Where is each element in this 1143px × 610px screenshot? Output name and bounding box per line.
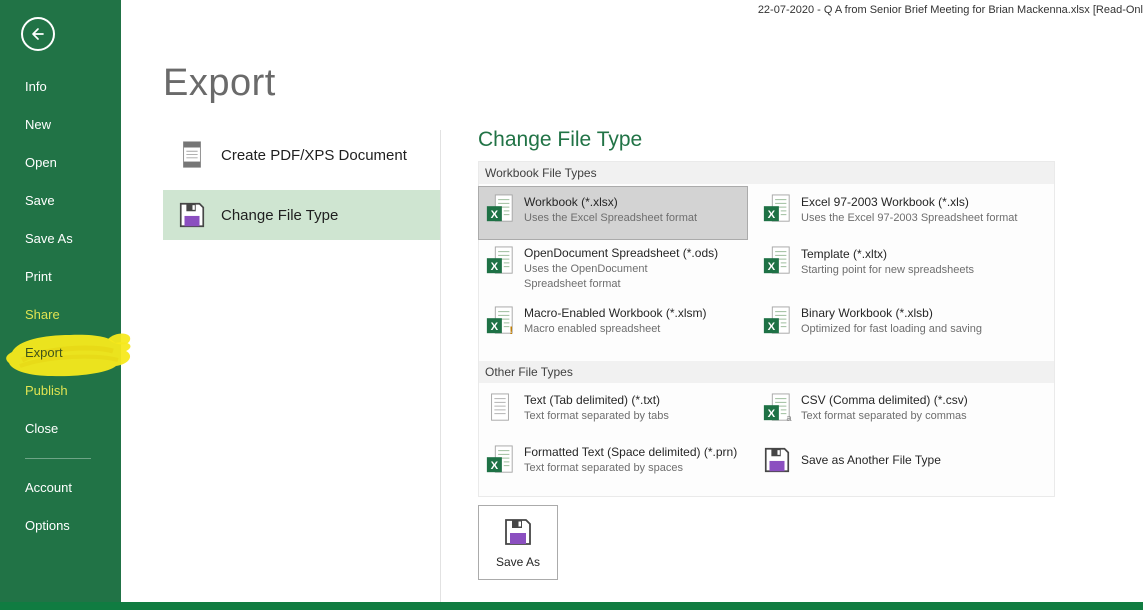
workbook-file-types-grid: Workbook (*.xlsx) Uses the Excel Spreads… (479, 184, 1054, 353)
xlsx-file-icon (485, 194, 515, 224)
section-header-workbook: Workbook File Types (479, 162, 1054, 184)
sidebar-item-options[interactable]: Options (0, 507, 121, 545)
ods-file-icon (485, 246, 515, 276)
filetype-xltx[interactable]: Template (*.xltx) Starting point for new… (756, 239, 1045, 299)
filetype-desc: Text format separated by commas (801, 409, 968, 424)
filetype-title: CSV (Comma delimited) (*.csv) (801, 393, 968, 407)
other-file-types-grid: Text (Tab delimited) (*.txt) Text format… (479, 383, 1054, 492)
vertical-divider (440, 130, 441, 602)
sidebar-item-open[interactable]: Open (0, 144, 121, 182)
xltx-file-icon (762, 246, 792, 276)
filetype-desc: Uses the Excel Spreadsheet format (524, 211, 697, 226)
filetype-title: Macro-Enabled Workbook (*.xlsm) (524, 306, 707, 320)
sidebar-item-close[interactable]: Close (0, 410, 121, 448)
section-header-other: Other File Types (479, 361, 1054, 383)
xlsb-file-icon (762, 306, 792, 336)
save-as-file-icon (762, 445, 792, 475)
sidebar-item-share[interactable]: Share (0, 296, 121, 334)
filetype-desc: Optimized for fast loading and saving (801, 322, 982, 337)
save-as-button-label: Save As (496, 555, 540, 569)
save-as-button[interactable]: Save As (478, 505, 558, 580)
sidebar-item-new[interactable]: New (0, 106, 121, 144)
save-as-floppy-icon (502, 516, 534, 548)
filetype-title: Excel 97-2003 Workbook (*.xls) (801, 195, 1017, 209)
sidebar-divider (25, 458, 91, 459)
sidebar-item-print[interactable]: Print (0, 258, 121, 296)
svg-text:!: ! (509, 325, 513, 336)
pdf-xps-document-icon (177, 140, 207, 170)
option-label: Create PDF/XPS Document (221, 147, 407, 164)
page-title: Export (163, 62, 276, 105)
sidebar-item-save[interactable]: Save (0, 182, 121, 220)
filetype-title: Save as Another File Type (801, 453, 941, 467)
change-file-type-panel: Change File Type Workbook File Types Wor… (478, 128, 1055, 497)
backstage-menu: Info New Open Save Save As Print Share E… (0, 68, 121, 545)
xlsm-file-icon: ! (485, 306, 515, 336)
sidebar-item-save-as[interactable]: Save As (0, 220, 121, 258)
filetype-title: Text (Tab delimited) (*.txt) (524, 393, 669, 407)
filetype-txt[interactable]: Text (Tab delimited) (*.txt) Text format… (479, 386, 747, 438)
filetype-title: Formatted Text (Space delimited) (*.prn) (524, 445, 737, 459)
filetype-save-as-another[interactable]: Save as Another File Type (756, 438, 1045, 490)
filetype-desc: Text format separated by tabs (524, 409, 669, 424)
option-change-file-type[interactable]: Change File Type (163, 190, 440, 240)
filetype-xlsx[interactable]: Workbook (*.xlsx) Uses the Excel Spreads… (479, 187, 747, 239)
sidebar-item-export[interactable]: Export (0, 334, 121, 372)
filetype-xlsm[interactable]: ! Macro-Enabled Workbook (*.xlsm) Macro … (479, 299, 747, 351)
filetype-desc: Text format separated by spaces (524, 461, 737, 476)
filetype-title: Binary Workbook (*.xlsb) (801, 306, 982, 320)
prn-file-icon (485, 445, 515, 475)
filetype-title: OpenDocument Spreadsheet (*.ods) (524, 246, 718, 260)
csv-file-icon: a, (762, 393, 792, 423)
sidebar-item-info[interactable]: Info (0, 68, 121, 106)
option-create-pdf-xps[interactable]: Create PDF/XPS Document (163, 130, 440, 180)
backstage-sidebar: Info New Open Save Save As Print Share E… (0, 0, 121, 602)
filetype-desc: Starting point for new spreadsheets (801, 263, 974, 278)
change-file-type-icon (177, 200, 207, 230)
back-arrow-icon (28, 24, 48, 44)
filetype-csv[interactable]: a, CSV (Comma delimited) (*.csv) Text fo… (756, 386, 1045, 438)
file-type-group: Workbook File Types Workbook (*.xlsx) Us… (478, 161, 1055, 497)
sidebar-item-account[interactable]: Account (0, 469, 121, 507)
filetype-prn[interactable]: Formatted Text (Space delimited) (*.prn)… (479, 438, 747, 490)
filetype-desc: Uses the Excel 97-2003 Spreadsheet forma… (801, 211, 1017, 226)
filetype-desc: Uses the OpenDocument Spreadsheet format (524, 262, 704, 292)
svg-text:a,: a, (786, 413, 792, 423)
back-button[interactable] (21, 17, 55, 51)
txt-file-icon (485, 393, 515, 423)
xls-file-icon (762, 194, 792, 224)
filetype-desc: Macro enabled spreadsheet (524, 322, 707, 337)
filetype-xlsb[interactable]: Binary Workbook (*.xlsb) Optimized for f… (756, 299, 1045, 351)
filetype-title: Template (*.xltx) (801, 247, 974, 261)
export-options-list: Create PDF/XPS Document Change File Type (163, 130, 440, 250)
status-bar-strip (0, 602, 1143, 610)
window-title: 22-07-2020 - Q A from Senior Brief Meeti… (758, 4, 1143, 16)
filetype-xls[interactable]: Excel 97-2003 Workbook (*.xls) Uses the … (756, 187, 1045, 239)
panel-title: Change File Type (478, 128, 1055, 152)
filetype-ods[interactable]: OpenDocument Spreadsheet (*.ods) Uses th… (479, 239, 747, 299)
filetype-title: Workbook (*.xlsx) (524, 195, 697, 209)
sidebar-item-publish[interactable]: Publish (0, 372, 121, 410)
option-label: Change File Type (221, 207, 338, 224)
